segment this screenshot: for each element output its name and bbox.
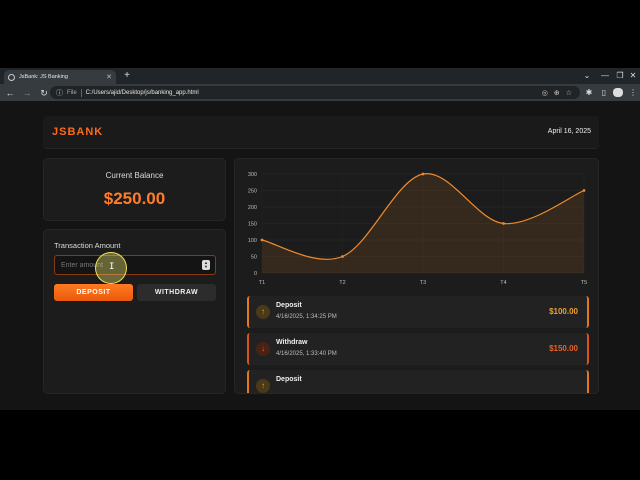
transaction-item: ↑ Deposit 4/16/2025, 1:34:25 PM $100.00 [247,296,589,328]
menu-icon[interactable]: ⋮ [627,86,639,99]
browser-tab[interactable]: JsBank: JS Banking ✕ [4,70,116,84]
divider [80,88,82,97]
x-tick-label: T1 [259,280,265,286]
y-tick-label: 100 [248,238,257,244]
balance-label: Current Balance [105,171,164,180]
x-tick-label: T4 [500,280,506,286]
deposit-button[interactable]: DEPOSIT [54,284,133,301]
zoom-icon[interactable]: ⊕ [554,89,560,97]
url-text[interactable]: C:/Users/ajid/Desktop/js/banking_app.htm… [86,90,199,96]
data-point [582,189,586,192]
tab-search-icon[interactable]: ⌄ [578,68,596,84]
arrow-down-icon: ↓ [256,342,270,356]
y-tick-label: 0 [254,271,257,277]
bookmark-star-icon[interactable]: ☆ [566,89,572,97]
transaction-item: ↑ Deposit [247,370,589,393]
back-icon[interactable]: ← [3,86,17,100]
arrow-up-icon: ↑ [256,379,270,393]
transaction-type: Deposit [276,302,302,309]
letterbox-bottom [0,410,640,480]
new-tab-button[interactable]: + [122,70,132,82]
close-tab-icon[interactable]: ✕ [106,74,112,81]
data-point [421,172,425,176]
y-tick-label: 250 [248,189,257,195]
transaction-amount: $100.00 [549,307,578,316]
letterbox-top [0,0,640,68]
address-bar[interactable]: ⓘ File C:/Users/ajid/Desktop/js/banking_… [50,86,580,99]
y-tick-label: 150 [248,222,257,228]
transaction-time: 4/16/2025, 1:33:40 PM [276,351,337,357]
x-tick-label: T5 [581,280,587,286]
scheme-label: File [67,89,77,96]
y-tick-label: 300 [248,172,257,178]
forward-icon[interactable]: → [20,86,34,100]
text-cursor-icon: I [109,262,115,272]
balance-value: $250.00 [103,189,166,208]
data-point [341,255,344,258]
data-point [260,238,264,242]
balance-chart: 0 50 100 150 200 250 300 T1 T2 T3 T4 T5 [248,172,587,286]
side-panel-icon[interactable]: ▯ [598,86,610,99]
y-tick-label: 200 [248,205,257,211]
transaction-type: Deposit [276,376,302,383]
google-lens-icon[interactable]: ◎ [542,89,548,97]
amount-label: Transaction Amount [54,241,121,250]
transaction-form: Transaction Amount ▲▼ DEPOSIT WITHDRAW [43,229,226,394]
x-tick-label: T3 [420,280,426,286]
reload-icon[interactable]: ↻ [37,86,51,100]
number-spinner-icon[interactable]: ▲ ▼ [202,260,210,270]
transaction-list: ↑ Deposit 4/16/2025, 1:34:25 PM $100.00 ↓ Wit… [247,296,589,393]
tab-title: JsBank: JS Banking [19,74,68,80]
transaction-amount: $150.00 [549,344,578,353]
close-window-icon[interactable]: ✕ [624,68,640,84]
info-icon[interactable]: ⓘ [56,88,63,98]
balance-card: Current Balance $250.00 [43,158,226,221]
amount-input[interactable] [54,255,216,275]
transaction-time: 4/16/2025, 1:34:25 PM [276,314,337,320]
brand-logo: JSBANK [52,126,104,138]
current-date: April 16, 2025 [547,128,591,135]
arrow-up-icon: ↑ [256,305,270,319]
globe-icon [8,73,15,81]
transaction-item: ↓ Withdraw 4/16/2025, 1:33:40 PM $150.00 [247,333,589,365]
data-point [502,222,505,225]
extensions-icon[interactable]: ✱ [583,86,595,99]
transaction-type: Withdraw [276,339,308,346]
profile-avatar[interactable] [613,88,623,97]
app-header: JSBANK April 16, 2025 [43,116,599,149]
x-tick-label: T2 [339,280,345,286]
y-tick-label: 50 [251,255,257,261]
withdraw-button[interactable]: WITHDRAW [137,284,216,301]
chart-card: 0 50 100 150 200 250 300 T1 T2 T3 T4 T5 ↑ Deposit 4/1… [234,158,599,394]
